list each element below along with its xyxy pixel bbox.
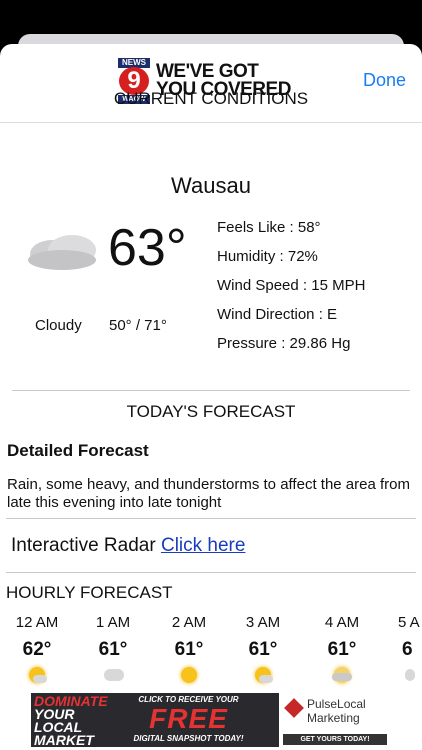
humidity-row: Humidity : 72% [217,248,365,277]
detail-value: 29.86 Hg [289,335,351,352]
ad-text: DIGITAL SNAPSHOT TODAY! [133,734,244,743]
partly-sunny-icon [25,665,49,687]
sheet-header: NEWS 9 WAOW WE'VE GOT YOU COVERED Done [0,44,422,123]
pressure-row: Pressure : 29.86 Hg [217,335,365,364]
hour-temp: 61° [98,639,128,660]
interactive-radar-row: Interactive Radar Click here [11,535,245,557]
todays-forecast-title: TODAY'S FORECAST [126,402,296,421]
cloud-icon [28,235,96,270]
hourly-forecast-title: HOURLY FORECAST [6,583,173,602]
rain-icon [402,665,422,687]
brand-diamond-icon [284,698,304,718]
radar-link[interactable]: Click here [161,535,245,556]
hour-item: 1 AM 61° [83,614,143,687]
condition-text: Cloudy [35,317,82,334]
brand-name: PulseLocal Marketing [307,697,366,725]
detailed-forecast-text: Rain, some heavy, and thunderstorms to a… [7,476,410,511]
detail-label: Feels Like : [217,219,294,236]
hour-item: 2 AM 61° [159,614,219,687]
city-name: Wausau [171,173,251,198]
hour-time: 4 AM [324,614,360,631]
hour-item: 4 AM 61° [312,614,372,687]
ad-middle-text: CLICK TO RECEIVE YOUR FREE DIGITAL SNAPS… [106,695,271,743]
hour-item: 5 A 6 [384,614,422,687]
detail-value: 72% [287,248,318,265]
wind-speed-row: Wind Speed : 15 MPH [217,277,365,306]
hour-temp: 61° [174,639,204,660]
partly-sunny-icon [251,665,275,687]
detailed-forecast-title: Detailed Forecast [7,441,149,460]
detail-label: Wind Speed : [217,277,308,294]
hour-temp: 6 [402,639,413,660]
hour-time: 3 AM [245,614,281,631]
ad-cta-button[interactable]: GET YOURS TODAY! [283,734,387,745]
hour-time: 1 AM [95,614,131,631]
hour-time: 5 A [398,614,420,631]
ad-left-text: DOMINATE YOUR LOCAL MARKET [34,694,108,747]
ad-text: MARKET [34,732,94,747]
current-conditions-title: CURRENT CONDITIONS [113,89,309,108]
feels-like-row: Feels Like : 58° [217,219,365,248]
hour-item: 12 AM 62° [7,614,67,687]
conditions-details: Feels Like : 58° Humidity : 72% Wind Spe… [217,219,365,364]
ad-brand: PulseLocal Marketing GET YOURS TODAY! [279,693,391,747]
sun-cloud-icon [330,665,354,687]
hour-temp: 62° [22,639,52,660]
detail-value: E [327,306,338,323]
radar-label: Interactive Radar [11,535,156,556]
divider [12,390,410,391]
detail-label: Humidity : [217,248,284,265]
detail-label: Pressure : [217,335,286,352]
rain-cloud-icon [101,665,125,687]
hour-time: 12 AM [15,614,59,631]
divider [6,518,416,519]
wind-direction-row: Wind Direction : E [217,306,365,335]
done-button[interactable]: Done [363,70,406,91]
current-temperature: 63° [108,219,187,277]
hour-item: 3 AM 61° [233,614,293,687]
low-high-range: 50° / 71° [109,317,167,334]
advertisement-banner[interactable]: DOMINATE YOUR LOCAL MARKET CLICK TO RECE… [31,693,391,747]
divider [6,572,416,573]
detail-value: 15 MPH [311,277,366,294]
sun-icon [177,665,201,687]
ad-text: Marketing [307,711,360,725]
ad-free-text: FREE [149,703,228,734]
hour-temp: 61° [327,639,357,660]
hour-time: 2 AM [171,614,207,631]
detail-label: Wind Direction : [217,306,323,323]
hour-temp: 61° [248,639,278,660]
ad-text: PulseLocal [307,697,366,711]
detail-value: 58° [297,219,321,236]
